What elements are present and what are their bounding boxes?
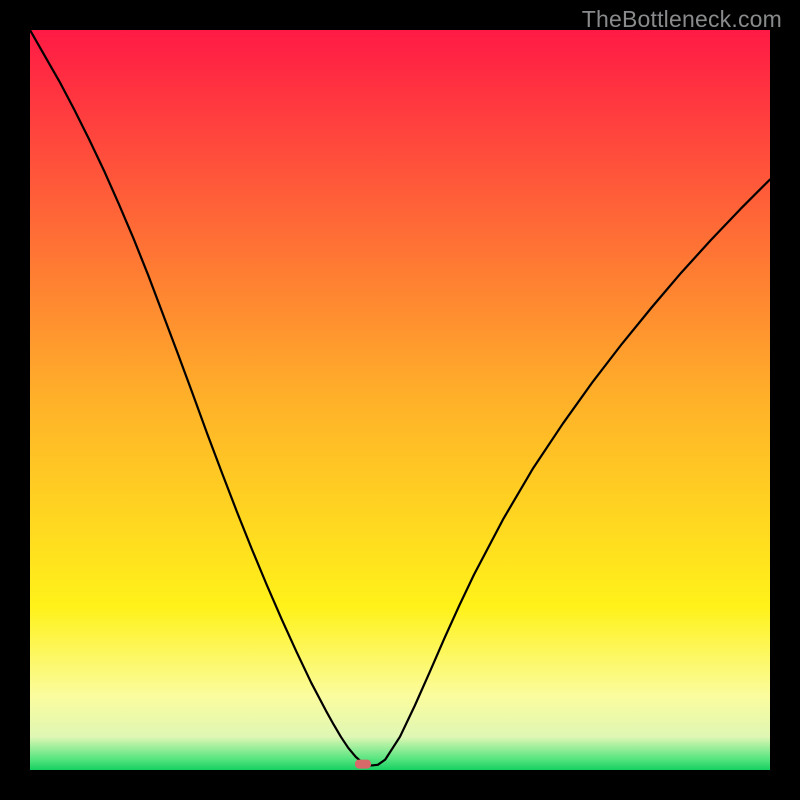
optimum-marker xyxy=(355,760,371,769)
bottleneck-chart xyxy=(30,30,770,770)
gradient-background xyxy=(30,30,770,770)
watermark-text: TheBottleneck.com xyxy=(582,6,782,33)
chart-frame: TheBottleneck.com xyxy=(0,0,800,800)
